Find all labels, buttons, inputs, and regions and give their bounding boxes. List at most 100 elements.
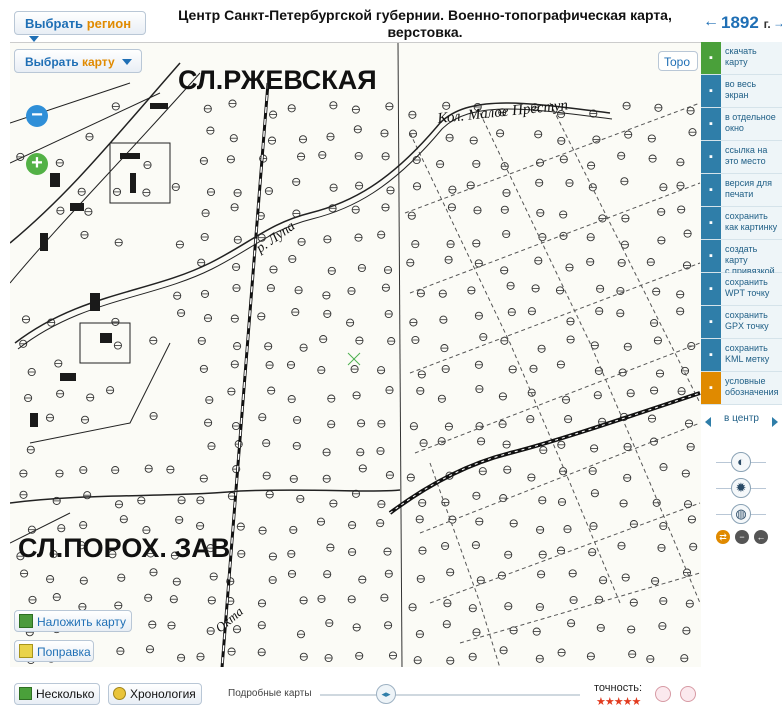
- toolbar-item-label: во весь экран: [725, 79, 756, 101]
- download-icon: ▪: [701, 42, 721, 74]
- building: [130, 173, 136, 193]
- boundary-line: [409, 262, 701, 374]
- detail-maps-label: Подробные карты: [228, 688, 312, 699]
- boundary-line: [549, 102, 701, 404]
- toolbar-item-label-line-1: версия для: [725, 178, 772, 188]
- toolbar-item-kml[interactable]: ▪ сохранить KML метку: [701, 339, 782, 372]
- link-icon: ▪: [701, 141, 721, 173]
- several-maps-button[interactable]: Несколько: [14, 683, 100, 705]
- toolbar-item-wpt[interactable]: ▪ сохранить WPT точку: [701, 273, 782, 306]
- brightness-icon[interactable]: ✹: [731, 478, 751, 498]
- toolbar-item-label: сохранить GPX точку: [725, 310, 769, 332]
- topo-layer-button[interactable]: Topo: [658, 51, 698, 71]
- toolbar-item-label: сохранить как картинку: [725, 211, 777, 233]
- pan-left-icon[interactable]: [705, 417, 711, 427]
- label-okhta: Окта: [212, 603, 246, 635]
- select-map-accent: карту: [81, 55, 115, 69]
- boundary-line: [459, 572, 701, 644]
- toolbar-item-label: версия для печати: [725, 178, 772, 200]
- chronology-button[interactable]: Хронология: [108, 683, 202, 705]
- topographic-map: СЛ.РЖЕВСКАЯ СЛ.ПОРОХ. ЗАВ Кол. Малое Пре…: [10, 43, 701, 667]
- toolbar-item-gpx[interactable]: ▪ сохранить GPX точку: [701, 306, 782, 339]
- toolbar-item-fullscreen[interactable]: ▪ во весь экран: [701, 75, 782, 108]
- detail-maps-slider-knob[interactable]: ◂▸: [376, 684, 396, 704]
- overlay-map-button[interactable]: Наложить карту: [14, 610, 132, 632]
- gpx-icon: ▪: [701, 306, 721, 338]
- precision-record-icon[interactable]: [655, 686, 671, 702]
- toolbar-item-label-line-2: окно: [725, 123, 744, 133]
- app: Выбрать регион Центр Санкт-Петербургской…: [0, 0, 782, 716]
- detail-maps-slider-track[interactable]: [320, 694, 580, 696]
- select-map-button[interactable]: Выбрать карту: [14, 49, 142, 73]
- toolbar-item-label: сохранить WPT точку: [725, 277, 769, 299]
- toolbar-item-download[interactable]: ▪ скачать карту: [701, 42, 782, 75]
- toolbar-item-image[interactable]: ▪ сохранить как картинку: [701, 207, 782, 240]
- toolbar-item-label-line-1: сохранить: [725, 310, 768, 320]
- toolbar-item-label-line-1: ссылка на: [725, 145, 768, 155]
- toolbar-item-label-line-1: во весь: [725, 79, 757, 89]
- precision-measure-icon[interactable]: [680, 686, 696, 702]
- toolbar-item-label-line-2: это место: [725, 156, 766, 166]
- toolbar-item-label-line-1: создать карту: [725, 244, 758, 265]
- toolbar-item-label: сохранить KML метку: [725, 343, 769, 365]
- swap-icon[interactable]: ⇄: [716, 530, 730, 544]
- grid-icon: ▪: [701, 240, 721, 272]
- toolbar-item-label-line-1: в отдельное: [725, 112, 776, 122]
- page-title-line-2: верстовка.: [387, 24, 463, 40]
- toolbar-item-label-line-2: экран: [725, 90, 749, 100]
- precision-stars: ★★★★★: [596, 696, 641, 708]
- chronology-icon: [113, 687, 126, 700]
- map-viewport[interactable]: СЛ.РЖЕВСКАЯ СЛ.ПОРОХ. ЗАВ Кол. Малое Пре…: [10, 42, 701, 667]
- buildings: [30, 103, 168, 427]
- year-navigator: ← 1892 г. →: [703, 12, 782, 34]
- label-rzhevskaya: СЛ.РЖЕВСКАЯ: [178, 65, 377, 95]
- building: [100, 333, 112, 343]
- toolbar-item-new-window[interactable]: ▪ в отдельное окно: [701, 108, 782, 141]
- chevron-down-icon: [121, 59, 132, 65]
- print-icon: ▪: [701, 174, 721, 206]
- zoom-in-button[interactable]: +: [26, 153, 48, 175]
- year-value: 1892: [721, 13, 759, 32]
- image-icon: ▪: [701, 207, 721, 239]
- railway-dashes: [221, 82, 269, 667]
- next-year-arrow-icon[interactable]: →: [773, 16, 782, 30]
- toolbar-item-print[interactable]: ▪ версия для печати: [701, 174, 782, 207]
- toolbar-item-label-line-1: скачать: [725, 46, 757, 56]
- globe-icon[interactable]: ◍: [731, 504, 751, 524]
- correction-label: Поправка: [37, 645, 91, 659]
- correction-button[interactable]: Поправка: [14, 640, 94, 662]
- vegetation-symbols: [16, 99, 698, 665]
- overlay-icon: [19, 614, 33, 628]
- river-lupa: [14, 102, 611, 344]
- building: [90, 293, 100, 311]
- toolbar-item-grid[interactable]: ▪ создать карту с привязкой: [701, 240, 782, 276]
- prev-year-arrow-icon[interactable]: ←: [703, 13, 719, 31]
- page-title-line-1: Центр Санкт-Петербургской губернии. Воен…: [178, 7, 672, 23]
- toolbar-item-label: скачать карту: [725, 46, 757, 68]
- river-lupa-bank: [17, 108, 613, 350]
- chronology-label: Хронология: [130, 687, 196, 701]
- page-title: Центр Санкт-Петербургской губернии. Воен…: [160, 7, 690, 41]
- center-navigator: в центр: [701, 405, 782, 435]
- toolbar-item-label-line-1: условные: [725, 376, 766, 386]
- select-region-button[interactable]: Выбрать регион: [14, 11, 146, 42]
- toolbar-item-label: ссылка на это место: [725, 145, 767, 167]
- toolbar-item-link[interactable]: ▪ ссылка на это место: [701, 141, 782, 174]
- road: [10, 489, 401, 504]
- toolbar-item-label: условные обозначения: [725, 376, 779, 398]
- back-icon[interactable]: ←: [754, 530, 768, 544]
- zoom-out-button[interactable]: −: [26, 105, 48, 127]
- toolbar-item-legend[interactable]: ▪ условные обозначения: [701, 372, 782, 405]
- minus-icon[interactable]: −: [735, 530, 749, 544]
- sheet-line: [397, 43, 403, 667]
- precision-label: точность:: [594, 682, 643, 694]
- pan-right-icon[interactable]: [772, 417, 778, 427]
- contrast-icon[interactable]: ◐: [731, 452, 751, 472]
- bottom-bar: Несколько Хронология Подробные карты ◂▸ …: [10, 682, 701, 710]
- center-button[interactable]: в центр: [724, 413, 759, 424]
- right-toolbar: ▪ скачать карту ▪ во весь экран ▪ в отдельное ок…: [701, 42, 782, 405]
- railway: [220, 82, 270, 667]
- building: [120, 153, 140, 159]
- building: [70, 203, 84, 211]
- boundary-line: [429, 462, 501, 667]
